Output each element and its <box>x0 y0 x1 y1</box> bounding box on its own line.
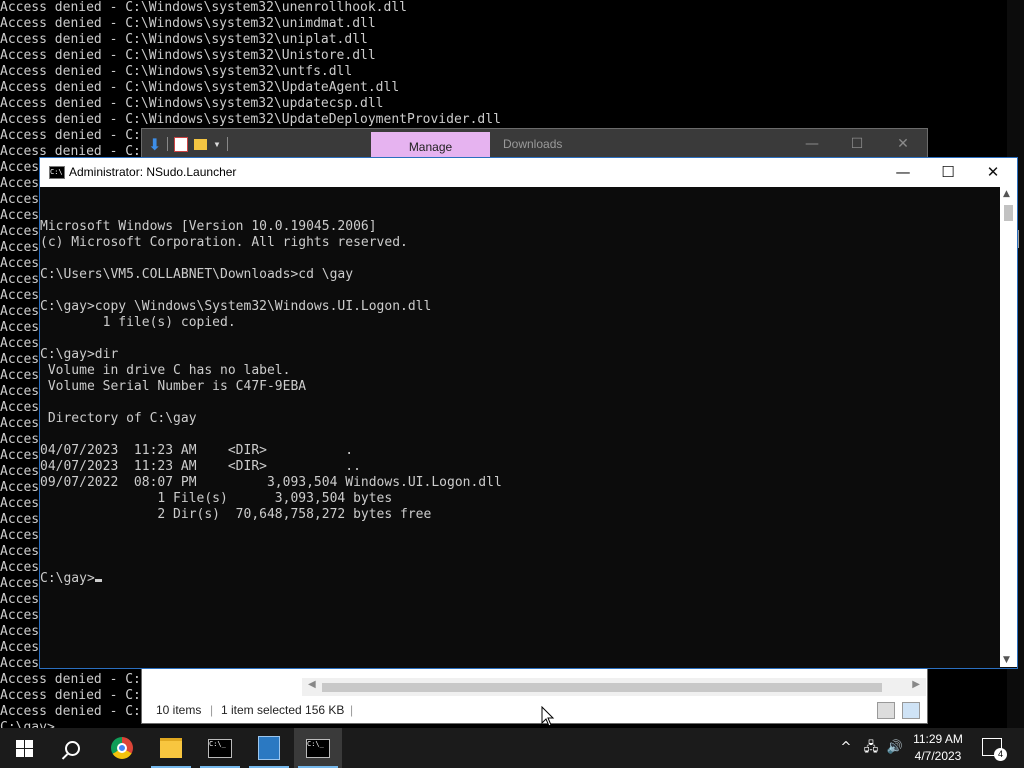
console-icon: C:\_ <box>306 738 330 758</box>
document-icon <box>258 736 280 760</box>
chrome-icon <box>111 737 133 759</box>
minimize-button[interactable]: — <box>880 158 926 187</box>
scroll-left-icon[interactable]: ◀ <box>308 679 316 690</box>
console-line: 1 File(s) 3,093,504 bytes <box>40 491 393 506</box>
console-line: 04/07/2023 11:23 AM <DIR> .. <box>40 459 361 474</box>
search-button[interactable] <box>48 728 96 768</box>
console-line: Access denied - C:\Windows\system32\unim… <box>0 16 376 31</box>
console-line: C:\gay>dir <box>40 347 119 362</box>
scroll-down-icon[interactable]: ▼ <box>1003 655 1010 665</box>
clock-date: 4/7/2023 <box>914 749 962 763</box>
explorer-minimize-button[interactable]: — <box>789 133 835 155</box>
console-line: 1 file(s) copied. <box>40 315 236 330</box>
console-line: Access denied - C:\Windows\system32\Upda… <box>0 112 501 127</box>
console-line: Access denied - C:\Windows\system32\unen… <box>0 0 407 15</box>
start-button[interactable] <box>0 728 48 768</box>
close-button[interactable]: ✕ <box>970 158 1016 187</box>
explorer-close-button[interactable]: ✕ <box>880 133 926 155</box>
taskbar-console-2[interactable]: C:\_ <box>294 728 342 768</box>
maximize-button[interactable]: ☐ <box>925 158 971 187</box>
console-line: Access denied - C:\Windows\system32\unip… <box>0 32 368 47</box>
console-line: Directory of C:\gay <box>40 411 197 426</box>
command-prompt: C:\gay> <box>40 571 95 586</box>
text-cursor <box>94 579 102 582</box>
quick-access-toolbar: ⬇ ▾ <box>148 135 228 154</box>
mouse-pointer-icon <box>541 706 555 727</box>
show-hidden-icons-chevron-icon[interactable]: ^ <box>836 728 856 768</box>
explorer-maximize-button[interactable]: ☐ <box>834 133 880 155</box>
admin-console-vertical-scrollbar[interactable]: ▲ ▼ <box>1000 187 1017 667</box>
status-item-count: 10 items <box>156 703 202 717</box>
taskbar-chrome[interactable] <box>98 728 146 768</box>
folder-icon <box>160 738 182 758</box>
console-line: Access denied - C:\Windows\system32\Unis… <box>0 48 376 63</box>
notification-count-badge: 4 <box>994 748 1007 761</box>
console-app-icon[interactable]: C:\ <box>49 166 65 179</box>
console-line: 04/07/2023 11:23 AM <DIR> . <box>40 443 354 458</box>
search-icon <box>64 740 80 756</box>
system-clock[interactable]: 11:29 AM 4/7/2023 <box>906 731 970 765</box>
explorer-horizontal-scrollbar[interactable]: ◀ ▶ <box>302 678 926 696</box>
taskbar: C:\_ C:\_ ^ 🖧 🔊 11:29 AM 4/7/2023 4 <box>0 728 1024 768</box>
command-prompt-line[interactable]: C:\gay> <box>40 571 1000 587</box>
scrollbar-thumb[interactable] <box>322 683 882 692</box>
console-line: Access denied - C:\Windows\system32\Upda… <box>0 80 400 95</box>
large-icons-view-icon[interactable] <box>902 702 920 719</box>
scrollbar-thumb[interactable] <box>1004 205 1013 221</box>
properties-icon[interactable] <box>174 136 189 152</box>
toolbar-divider <box>167 137 169 151</box>
console-line: Access denied - C:\Windows\system32\upda… <box>0 96 384 111</box>
admin-console-window[interactable]: C:\ Administrator: NSudo.Launcher — ☐ ✕ … <box>39 157 1018 669</box>
tab-manage[interactable]: Manage <box>371 132 490 159</box>
console-line: C:\gay>copy \Windows\System32\Windows.UI… <box>40 299 432 314</box>
status-divider: | <box>350 703 354 717</box>
console-line: Microsoft Windows [Version 10.0.19045.20… <box>40 219 377 234</box>
console-line: 2 Dir(s) 70,648,758,272 bytes free <box>40 507 432 522</box>
new-folder-icon[interactable] <box>194 138 208 150</box>
console-line: Volume Serial Number is C47F-9EBA <box>40 379 307 394</box>
console-line: C:\Users\VM5.COLLABNET\Downloads>cd \gay <box>40 267 354 282</box>
details-view-icon[interactable] <box>877 702 895 719</box>
taskbar-console-1[interactable]: C:\_ <box>196 728 244 768</box>
volume-icon[interactable]: 🔊 <box>884 728 906 768</box>
console-line: (c) Microsoft Corporation. All rights re… <box>40 235 408 250</box>
console-output[interactable]: Microsoft Windows [Version 10.0.19045.20… <box>40 187 1000 667</box>
download-arrow-icon[interactable]: ⬇ <box>148 135 161 154</box>
customize-toolbar-icon[interactable]: ▾ <box>213 137 220 151</box>
explorer-titlebar[interactable]: ⬇ ▾ Manage Downloads — ☐ ✕ <box>142 129 927 159</box>
windows-logo-icon <box>15 739 33 757</box>
console-line: Volume in drive C has no label. <box>40 363 291 378</box>
status-divider: | <box>210 703 214 717</box>
taskbar-file-explorer[interactable] <box>147 728 195 768</box>
taskbar-control-panel[interactable] <box>245 728 293 768</box>
window-title: Administrator: NSudo.Launcher <box>69 165 237 179</box>
network-icon[interactable]: 🖧 <box>860 728 882 768</box>
clock-time: 11:29 AM <box>913 732 963 746</box>
admin-console-titlebar[interactable]: C:\ Administrator: NSudo.Launcher — ☐ ✕ <box>40 158 1017 187</box>
scroll-up-icon[interactable]: ▲ <box>1003 189 1010 199</box>
console-line: 09/07/2022 08:07 PM 3,093,504 Windows.UI… <box>40 475 502 490</box>
scroll-right-icon[interactable]: ▶ <box>912 679 920 690</box>
console-icon: C:\_ <box>208 738 232 758</box>
status-selection: 1 item selected 156 KB <box>221 703 345 717</box>
window-title-downloads: Downloads <box>503 137 563 151</box>
console-line: Access denied - C:\Windows\system32\untf… <box>0 64 353 79</box>
toolbar-divider <box>226 137 228 151</box>
